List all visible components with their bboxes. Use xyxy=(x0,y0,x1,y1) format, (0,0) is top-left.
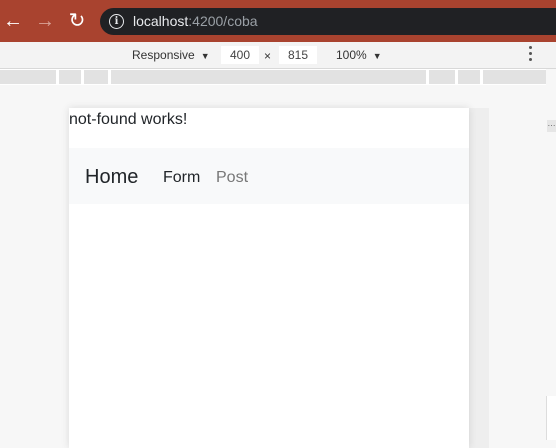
navbar-brand-home[interactable]: Home xyxy=(85,166,138,189)
not-found-message: not-found works! xyxy=(69,111,188,128)
media-query-segment[interactable] xyxy=(0,70,56,84)
media-query-segment[interactable] xyxy=(111,70,426,84)
chevron-down-icon: ▼ xyxy=(200,51,210,61)
media-query-segment[interactable] xyxy=(84,70,108,84)
media-query-bar xyxy=(0,69,546,85)
url-host: localhost xyxy=(133,13,189,29)
media-query-segment[interactable] xyxy=(429,70,455,84)
nav-link-post[interactable]: Post xyxy=(216,169,248,187)
device-select[interactable]: Responsive ▼ xyxy=(132,48,210,62)
height-input[interactable]: 815 xyxy=(279,46,317,64)
more-options-icon[interactable] xyxy=(529,46,533,64)
viewport-resize-gutter[interactable] xyxy=(469,108,489,448)
address-bar[interactable]: i localhost:4200/coba xyxy=(100,8,556,35)
device-label: Responsive xyxy=(132,48,195,62)
emulated-viewport: not-found works! Home Form Post xyxy=(69,108,469,448)
dimension-separator: × xyxy=(264,49,272,63)
media-query-segment[interactable] xyxy=(458,70,480,84)
zoom-select[interactable]: 100% ▼ xyxy=(336,48,382,62)
device-toolbar: Responsive ▼ 400 × 815 100% ▼ xyxy=(0,42,556,69)
site-info-icon[interactable]: i xyxy=(109,14,124,29)
media-query-segment[interactable] xyxy=(59,70,81,84)
navbar: Home Form Post xyxy=(69,148,469,204)
url-text[interactable]: localhost:4200/coba xyxy=(133,13,258,29)
width-input[interactable]: 400 xyxy=(221,46,259,64)
back-arrow-icon[interactable]: ← xyxy=(2,10,24,32)
browser-toolbar: ← → ↻ i localhost:4200/coba xyxy=(0,0,556,42)
drag-handle-icon[interactable]: ⋯ xyxy=(547,120,556,132)
media-query-segment[interactable] xyxy=(483,70,546,84)
side-panel-edge xyxy=(546,396,556,440)
forward-arrow-icon[interactable]: → xyxy=(34,10,56,32)
url-path: :4200/coba xyxy=(188,13,258,29)
reload-icon[interactable]: ↻ xyxy=(66,10,88,32)
chevron-down-icon: ▼ xyxy=(372,51,382,61)
nav-link-form[interactable]: Form xyxy=(163,169,200,187)
zoom-label: 100% xyxy=(336,48,367,62)
